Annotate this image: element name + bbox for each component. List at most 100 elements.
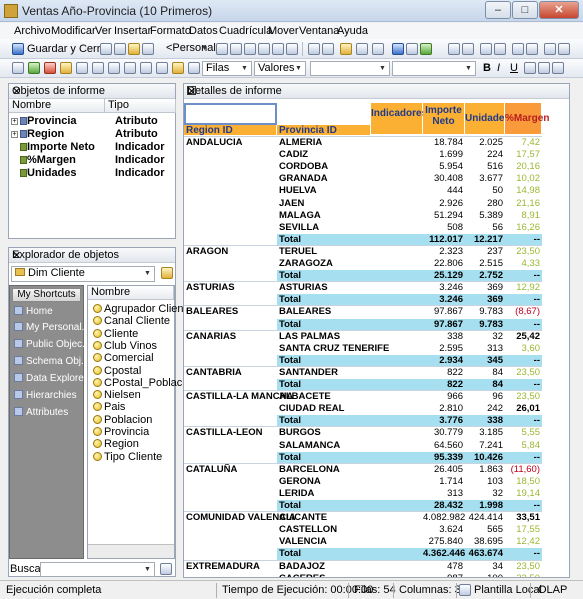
margen-cell[interactable]: 23,50 [505, 573, 542, 577]
margen-cell[interactable]: 17,57 [505, 149, 542, 161]
importe-cell[interactable]: 2.810 [423, 403, 465, 415]
provincia-cell[interactable]: CIUDAD REAL [279, 403, 373, 415]
unidades-cell[interactable]: 32 [465, 331, 505, 343]
importe-cell[interactable]: 275.840 [423, 536, 465, 548]
expand-icon[interactable]: + [11, 131, 18, 138]
refresh-icon[interactable] [286, 43, 298, 55]
margen-cell[interactable]: 3,60 [505, 343, 542, 355]
my-shortcuts-button[interactable]: My Shortcuts [12, 288, 81, 302]
margen-cell[interactable]: 23,50 [505, 246, 542, 258]
unidades-cell[interactable]: 369 [465, 282, 505, 294]
importe-cell[interactable]: 18.784 [423, 137, 465, 149]
horizontal-scrollbar[interactable] [88, 544, 174, 558]
list-item[interactable]: Cpostal [93, 365, 141, 377]
margen-cell[interactable]: 12,42 [505, 536, 542, 548]
menu-mover[interactable]: Mover [268, 25, 299, 37]
margen-cell[interactable]: (11,60) [505, 464, 542, 476]
importe-cell[interactable]: 22.806 [423, 258, 465, 270]
outline-icon[interactable] [188, 62, 200, 74]
unidades-cell[interactable]: 32 [465, 488, 505, 500]
sort-asc-icon[interactable] [308, 43, 320, 55]
print-preview-icon[interactable] [114, 43, 126, 55]
list-item[interactable]: Pais [93, 401, 125, 413]
move-up-icon[interactable] [512, 43, 524, 55]
align-left-icon[interactable] [524, 62, 536, 74]
list-item[interactable]: Canal Cliente [93, 315, 170, 327]
unidades-cell[interactable]: 516 [465, 161, 505, 173]
indicators-header[interactable]: Indicadores [371, 103, 427, 135]
list-item[interactable]: Club Vinos [93, 340, 157, 352]
unidades-cell[interactable]: 424.414 [465, 512, 505, 524]
region-cell[interactable]: EXTREMADURA [186, 561, 276, 573]
menu-datos[interactable]: Datos [189, 25, 218, 37]
menu-formato[interactable]: Formato [150, 25, 191, 37]
unidades-cell[interactable]: 280 [465, 198, 505, 210]
margen-cell[interactable]: 23,50 [505, 367, 542, 379]
provincia-cell[interactable]: HUELVA [279, 185, 373, 197]
importe-cell[interactable]: 4.082.982 [423, 512, 465, 524]
column-header-name[interactable]: Nombre [9, 99, 105, 113]
object-browser-icon[interactable] [60, 62, 72, 74]
bold-button[interactable]: B [483, 62, 491, 74]
provincia-cell[interactable]: ALICANTE [279, 512, 373, 524]
unidades-cell[interactable]: 9.783 [465, 306, 505, 318]
menu-insertar[interactable]: Insertar [114, 25, 151, 37]
menu-archivo[interactable]: Archivo [14, 25, 51, 37]
list-item[interactable]: Poblacion [93, 414, 152, 426]
unidades-cell[interactable]: 7.241 [465, 440, 505, 452]
grid-graph-icon[interactable] [244, 43, 256, 55]
sql-view-icon[interactable] [258, 43, 270, 55]
region-cell[interactable]: BALEARES [186, 306, 276, 318]
shortcut-attributes[interactable]: Attributes [14, 407, 68, 418]
table-icon[interactable] [406, 43, 418, 55]
region-cell[interactable]: CASTILLA-LEON [186, 427, 276, 439]
margen-cell[interactable]: 16,26 [505, 222, 542, 234]
margen-cell[interactable]: 8,91 [505, 210, 542, 222]
importe-cell[interactable]: 30.779 [423, 427, 465, 439]
importe-cell[interactable]: 3.246 [423, 282, 465, 294]
unidades-cell[interactable]: 242 [465, 403, 505, 415]
close-icon[interactable]: ✕ [187, 85, 566, 98]
unidades-cell[interactable]: 313 [465, 343, 505, 355]
prompt-icon[interactable] [172, 62, 184, 74]
search-input[interactable]: ▼ [40, 562, 155, 577]
menu-ayuda[interactable]: Ayuda [337, 25, 368, 37]
provincia-cell[interactable]: LAS PALMAS [279, 331, 373, 343]
provincia-cell[interactable]: GERONA [279, 476, 373, 488]
provincia-cell[interactable]: VALENCIA [279, 536, 373, 548]
list-item[interactable]: CPostal_Poblacion [93, 377, 197, 389]
provincia-cell[interactable]: CACERES [279, 573, 373, 577]
shortcut-home[interactable]: Home [14, 306, 53, 317]
region-cell[interactable]: CANTABRIA [186, 367, 276, 379]
margen-header[interactable]: %Margen [505, 103, 549, 135]
unidades-cell[interactable]: 237 [465, 246, 505, 258]
importe-cell[interactable]: 822 [423, 367, 465, 379]
region-cell[interactable]: ANDALUCIA [186, 137, 276, 149]
importe-cell[interactable]: 97.867 [423, 306, 465, 318]
provincia-cell[interactable]: GRANADA [279, 173, 373, 185]
list-item[interactable]: Unidades Indicador [11, 167, 171, 180]
provincia-cell[interactable]: BADAJOZ [279, 561, 373, 573]
report-grid[interactable]: Indicadores Importe Neto Unidades %Marge… [184, 103, 569, 577]
provincia-cell[interactable]: SALAMANCA [279, 440, 373, 452]
unidades-cell[interactable]: 2.025 [465, 137, 505, 149]
region-cell[interactable]: ASTURIAS [186, 282, 276, 294]
save-close-button[interactable]: Guardar y Cerrar [27, 43, 110, 55]
shortcut-data-explorer[interactable]: Data Explorer [14, 373, 87, 384]
view-filter-icon[interactable] [140, 62, 152, 74]
list-item[interactable]: + Region Atributo [11, 128, 171, 141]
unidades-cell[interactable]: 34 [465, 561, 505, 573]
unidades-cell[interactable]: 100 [465, 573, 505, 577]
align-center-icon[interactable] [538, 62, 550, 74]
open-folder-icon[interactable] [128, 43, 140, 55]
region-cell[interactable]: CANARIAS [186, 331, 276, 343]
list-item[interactable]: %Margen Indicador [11, 154, 171, 167]
unidades-cell[interactable]: 84 [465, 367, 505, 379]
cut-icon[interactable] [448, 43, 460, 55]
sort-desc-icon[interactable] [322, 43, 334, 55]
importe-cell[interactable]: 1.699 [423, 149, 465, 161]
list-item[interactable]: Region [93, 438, 139, 450]
unidades-cell[interactable]: 38.695 [465, 536, 505, 548]
provincia-header[interactable]: Provincia ID [277, 125, 371, 136]
provincia-cell[interactable]: ALMERIA [279, 137, 373, 149]
